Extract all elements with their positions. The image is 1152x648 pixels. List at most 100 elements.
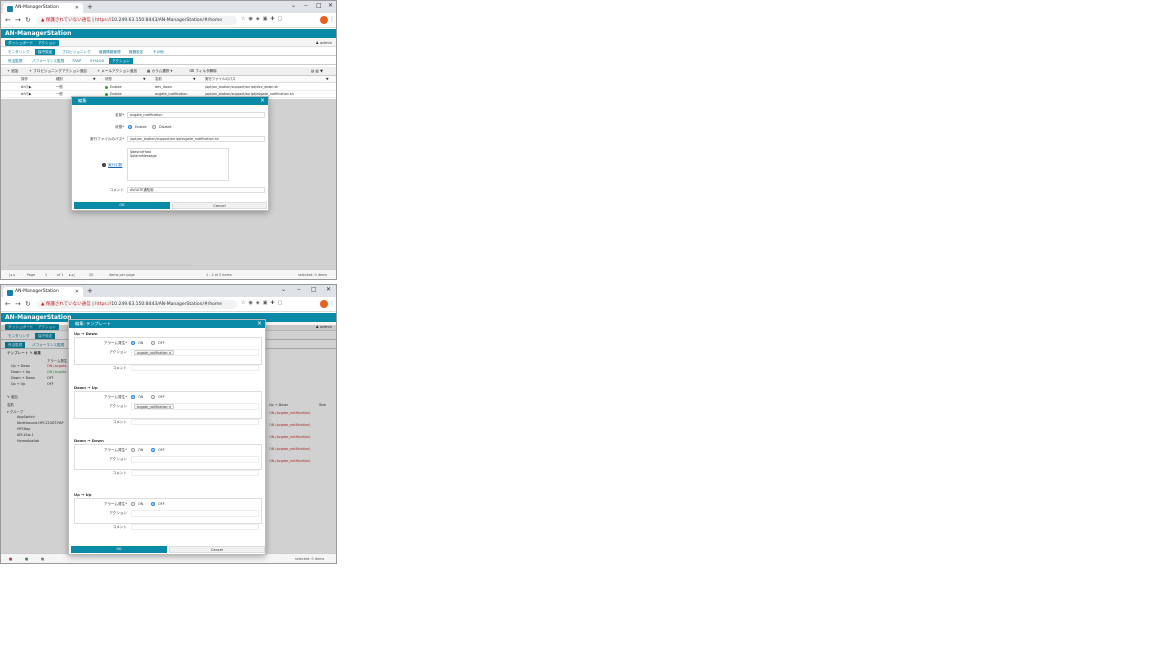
col-kind[interactable]: 種別 <box>56 76 63 83</box>
ok-button[interactable]: OK <box>71 546 167 553</box>
back-icon[interactable]: ← <box>5 300 11 308</box>
on-radio[interactable] <box>131 502 135 506</box>
horizontal-scrollbar[interactable] <box>7 264 193 267</box>
row-ops-icons[interactable]: ⧉✎⎘▶ <box>21 91 32 98</box>
reload-icon[interactable]: ↻ <box>25 300 31 308</box>
new-tab-button[interactable]: + <box>87 287 93 296</box>
close-window-button[interactable]: ✕ <box>328 2 333 9</box>
tab-search-icon[interactable]: ⌄ <box>291 2 296 9</box>
maximize-button[interactable]: □ <box>316 2 322 9</box>
submenu-trap[interactable]: TRAP <box>69 58 84 64</box>
table-row[interactable]: ⧉✎⎘▶ 一般 Enable dev_down /opt/an_station/… <box>1 84 336 91</box>
name-input[interactable]: avgate_notification <box>127 112 265 118</box>
filter-icon[interactable]: ▼ <box>93 76 96 83</box>
profile-avatar[interactable] <box>320 300 328 308</box>
filter-icon[interactable]: ▼ <box>143 76 146 83</box>
maximize-button[interactable]: □ <box>311 286 317 293</box>
new-tab-button[interactable]: + <box>87 3 93 12</box>
submenu-performance[interactable]: パフォーマンス監視 <box>29 58 67 64</box>
filter-clear-button[interactable]: ⌫ フィルタ解除 <box>189 68 217 75</box>
profile-avatar[interactable] <box>320 16 328 24</box>
pager-next-icon[interactable]: ▸ ▸| <box>69 270 75 279</box>
off-radio[interactable] <box>151 448 155 452</box>
filter-icon[interactable]: ▼ <box>193 76 196 83</box>
disable-radio[interactable] <box>152 125 156 129</box>
minimize-button[interactable]: ‒ <box>297 286 301 293</box>
extension-icons[interactable]: ☆◉◈▣✚▢ <box>241 300 285 306</box>
submenu-alive[interactable]: 死活監視 <box>5 58 25 64</box>
extension-icons[interactable]: ☆◉◈▣✚▢ <box>241 16 285 22</box>
forward-icon[interactable]: → <box>15 16 21 24</box>
menu-provisioning[interactable]: プロビジョニング <box>59 49 94 55</box>
add-button[interactable]: + 追加 <box>7 68 18 75</box>
on-radio[interactable] <box>131 341 135 345</box>
action-select[interactable]: avgate_notification × <box>131 349 259 356</box>
per-page-select[interactable]: 20 <box>89 270 93 279</box>
url-field[interactable]: ▲ 保護されていない通信 | https://10.249.63.150:844… <box>37 300 237 309</box>
col-path[interactable]: 実行ファイルのパス <box>205 76 236 83</box>
menu-maintenance[interactable]: 保守設定 <box>35 49 56 55</box>
col-name[interactable]: 名前 <box>155 76 162 83</box>
comment-input[interactable]: AVGATE通知用 <box>127 187 265 193</box>
close-tab-icon[interactable]: ✕ <box>75 3 79 13</box>
submenu-syslog[interactable]: SYSLOG <box>87 58 107 64</box>
app-topbar: ダッシュボード アクション ♟ admin <box>1 38 336 47</box>
pager-first-icon[interactable]: |◂ ◂ <box>9 270 15 279</box>
browser-tab[interactable]: AN-ManagerStation ✕ <box>3 287 83 297</box>
close-window-button[interactable]: ✕ <box>326 286 331 293</box>
reload-icon[interactable]: ↻ <box>25 16 31 24</box>
cancel-button[interactable]: Cancel <box>172 202 267 209</box>
args-link[interactable]: 実行引数 <box>108 163 122 168</box>
url-field[interactable]: ▲ 保護されていない通信 | https://10.249.63.150:844… <box>37 16 237 25</box>
action-select[interactable] <box>131 510 259 517</box>
close-icon[interactable]: × <box>260 97 265 105</box>
row-ops-icons[interactable]: ⧉✎⎘▶ <box>21 84 32 91</box>
on-radio[interactable] <box>131 448 135 452</box>
action-label: アクション <box>109 404 127 408</box>
off-radio[interactable] <box>151 502 155 506</box>
menu-device-settings[interactable]: 機器設定 <box>126 49 146 55</box>
grid-icons[interactable]: ▤ ▥ ▼ <box>311 68 323 75</box>
actions-chip[interactable]: アクション <box>35 40 59 46</box>
mail-add-button[interactable]: + メールアクション追加 <box>97 68 137 75</box>
close-tab-icon[interactable]: ✕ <box>75 287 79 297</box>
action-select[interactable]: avgate_notification × <box>131 403 259 410</box>
filter-icon[interactable]: ▼ <box>326 76 329 83</box>
tab-search-icon[interactable]: ⌄ <box>281 286 286 293</box>
remove-tag-icon[interactable]: × <box>169 351 172 355</box>
ok-button[interactable]: OK <box>74 202 170 209</box>
menu-icon[interactable]: ⋮ <box>329 16 335 23</box>
comment-input[interactable] <box>131 419 259 425</box>
prov-add-button[interactable]: + プロビジョニングアクション追加 <box>29 68 87 75</box>
menu-icon[interactable]: ⋮ <box>329 300 335 307</box>
minimize-button[interactable]: ‒ <box>304 2 308 9</box>
menu-monitoring[interactable]: モニタリング <box>5 49 33 55</box>
comment-input[interactable] <box>131 524 259 530</box>
args-textarea[interactable]: $deviceHost $alarmMessage <box>127 148 229 181</box>
column-select-button[interactable]: ▦ カラム選択 ▾ <box>147 68 172 75</box>
submenu-action[interactable]: アクション <box>109 58 133 64</box>
off-radio[interactable] <box>151 395 155 399</box>
col-status[interactable]: 状態 <box>105 76 112 83</box>
path-input[interactable]: /opt/an_station/support/script/avgate_no… <box>127 136 265 142</box>
menu-other[interactable]: その他 <box>150 49 167 55</box>
enable-radio[interactable] <box>128 125 132 129</box>
action-select[interactable] <box>131 456 259 463</box>
comment-input[interactable] <box>131 470 259 476</box>
menu-device-info[interactable]: 機器情報管理 <box>96 49 124 55</box>
on-radio[interactable] <box>131 395 135 399</box>
tab-title: AN-ManagerStation <box>15 289 59 294</box>
remove-tag-icon[interactable]: × <box>169 405 172 409</box>
cancel-button[interactable]: Cancel <box>169 546 265 553</box>
close-icon[interactable]: × <box>257 320 262 328</box>
user-menu[interactable]: ♟ admin <box>315 40 332 45</box>
back-icon[interactable]: ← <box>5 16 11 24</box>
forward-icon[interactable]: → <box>15 300 21 308</box>
comment-input[interactable] <box>131 365 259 371</box>
comment-label: コメント <box>112 366 127 370</box>
off-label: OFF <box>158 502 165 506</box>
off-radio[interactable] <box>151 341 155 345</box>
browser-tab[interactable]: AN-ManagerStation ✕ <box>3 3 83 13</box>
pager-page-input[interactable]: 1 <box>45 270 47 279</box>
dashboard-chip[interactable]: ダッシュボード <box>5 40 37 46</box>
